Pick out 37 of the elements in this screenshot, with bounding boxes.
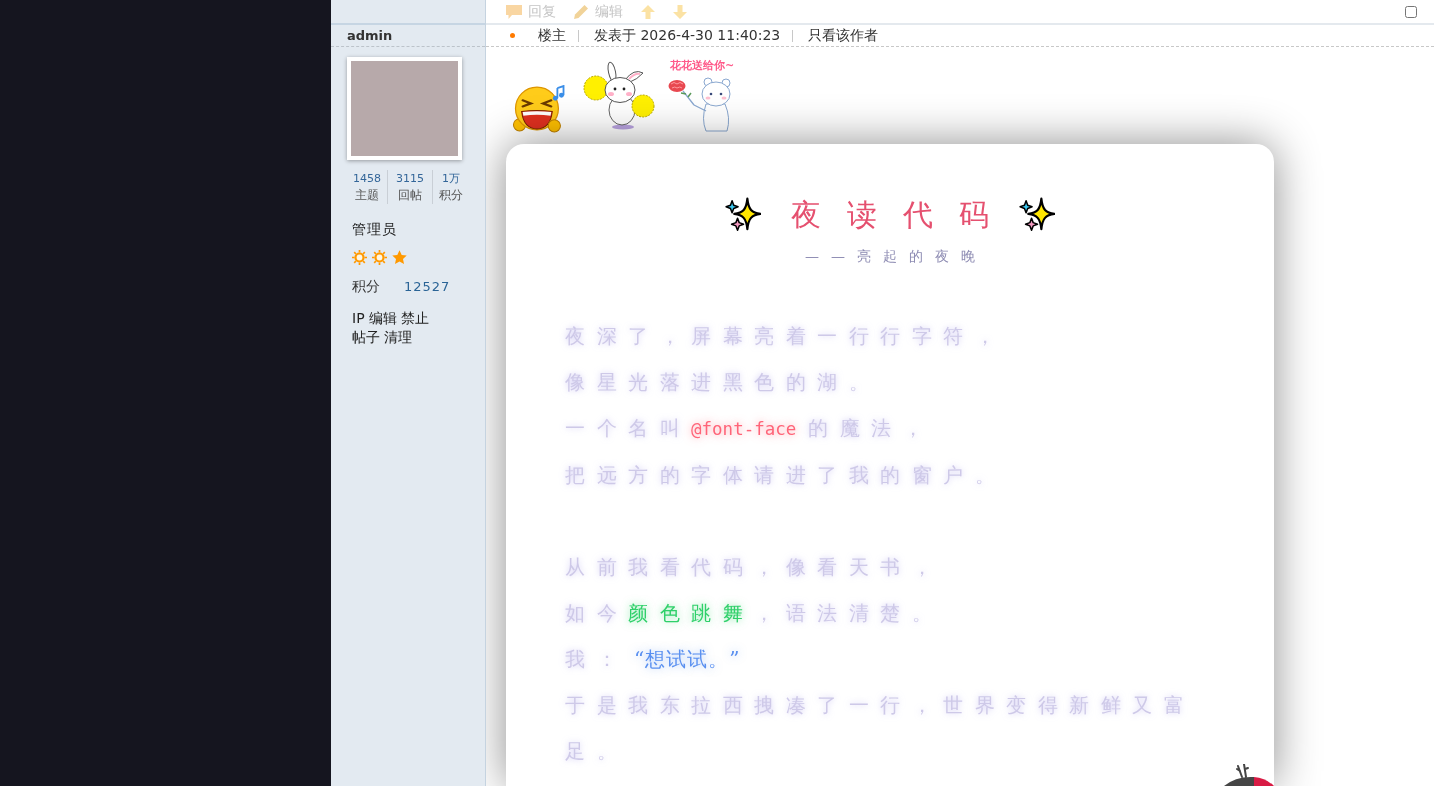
- speech-bubble-icon: [506, 4, 522, 19]
- post-time: 发表于 2026-4-30 11:40:23: [594, 26, 781, 45]
- points-label: 积分: [352, 278, 380, 294]
- sun-icon: [372, 250, 387, 265]
- move-down-button[interactable]: [673, 4, 687, 19]
- stat-label: 回帖: [398, 187, 422, 204]
- user-group: 管理员: [352, 221, 397, 237]
- bunny-cheering-icon: [583, 60, 655, 130]
- admin-link[interactable]: 清理: [384, 329, 413, 345]
- poem-subtitle: ——亮起的夜晚: [805, 247, 987, 266]
- admin-link[interactable]: 禁止: [401, 310, 430, 326]
- sparkles-icon: [1019, 197, 1055, 233]
- laughing-face-icon: [512, 85, 566, 133]
- stat-value[interactable]: 1万: [442, 170, 460, 187]
- author-only-link[interactable]: 只看该作者: [808, 26, 879, 45]
- bullet-dot-icon: [510, 33, 515, 38]
- down-arrow-icon: [673, 4, 687, 19]
- sun-icon: [352, 250, 367, 265]
- antler-ornament-icon: [1224, 764, 1274, 786]
- floor-label: 楼主: [538, 26, 566, 45]
- star-icon: [392, 250, 407, 265]
- points-value: 12527: [404, 279, 451, 294]
- sticker-caption: 花花送给你~: [670, 59, 735, 72]
- admin-link[interactable]: 编辑: [369, 310, 398, 326]
- pencil-icon: [574, 4, 589, 19]
- stat-label: 积分: [439, 187, 463, 204]
- sparkles-icon: [725, 197, 761, 233]
- stat-value[interactable]: 1458: [353, 170, 381, 187]
- move-up-button[interactable]: [641, 4, 655, 19]
- stat-label: 主题: [355, 187, 379, 204]
- up-arrow-icon: [641, 4, 655, 19]
- admin-link[interactable]: 帖子: [352, 329, 380, 345]
- author-name[interactable]: admin: [347, 28, 393, 43]
- admin-link[interactable]: IP: [352, 310, 365, 326]
- select-checkbox[interactable]: [1405, 5, 1417, 18]
- stat-value[interactable]: 3115: [396, 170, 424, 187]
- poem-title: 夜读代码: [791, 196, 1015, 234]
